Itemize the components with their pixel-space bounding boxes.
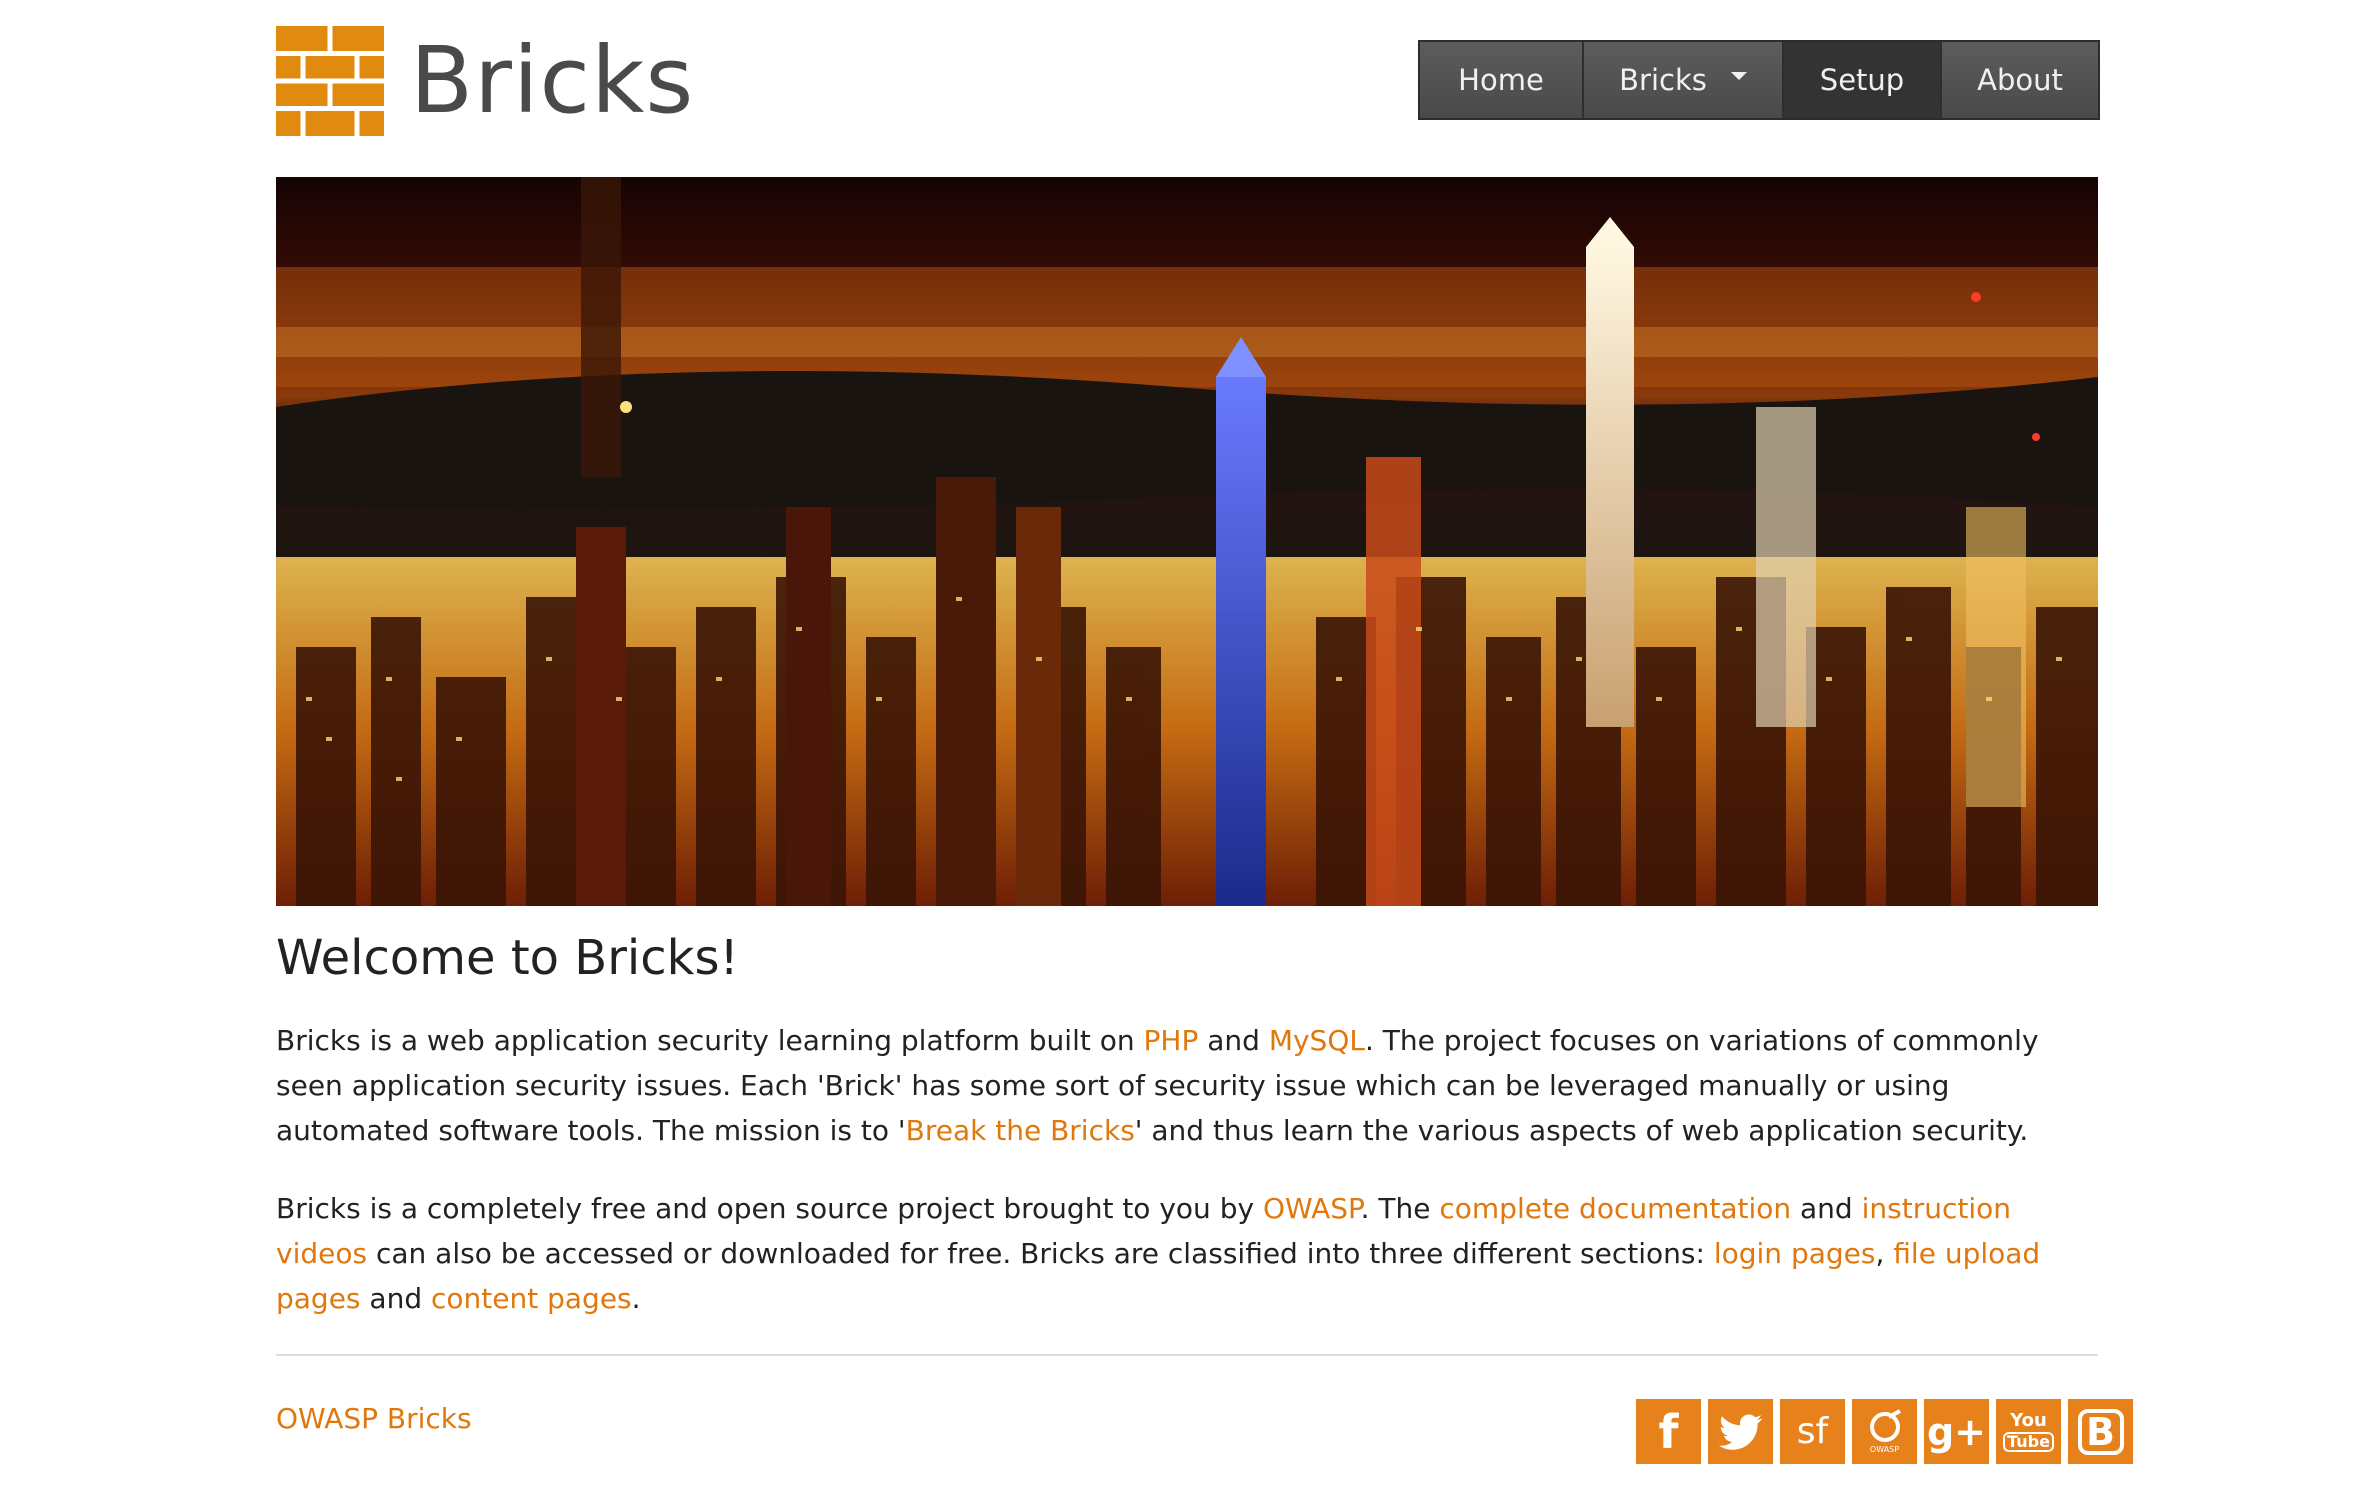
intro-text-4: ' and thus learn the various aspects of … <box>1134 1114 2029 1147</box>
page: Bricks Home Bricks Setup About Welcome t… <box>0 0 2372 1496</box>
details-text-3: and <box>1791 1192 1862 1225</box>
page-title: Welcome to Bricks! <box>276 930 739 986</box>
twitter-icon[interactable] <box>1708 1399 1773 1464</box>
nav-about-label: About <box>1977 63 2063 97</box>
owasp-link[interactable]: OWASP <box>1263 1192 1361 1225</box>
break-the-bricks-link[interactable]: Break the Bricks <box>906 1114 1135 1147</box>
blogger-glyph: B <box>2077 1408 2124 1455</box>
details-text-4: can also be accessed or downloaded for f… <box>367 1237 1714 1270</box>
owasp-logo-icon <box>1869 1409 1901 1442</box>
google-plus-glyph: g+ <box>1926 1409 1987 1454</box>
intro-paragraph: Bricks is a web application security lea… <box>276 1018 2106 1153</box>
intro-text-1: Bricks is a web application security lea… <box>276 1024 1144 1057</box>
social-links: f sf OWASP g+ You Tube B <box>1636 1399 2133 1464</box>
footer-owasp-bricks-link[interactable]: OWASP Bricks <box>276 1402 472 1435</box>
nav-home-label: Home <box>1458 63 1544 97</box>
hero-city-image <box>276 177 2098 906</box>
facebook-icon[interactable]: f <box>1636 1399 1701 1464</box>
details-text-1: Bricks is a completely free and open sou… <box>276 1192 1263 1225</box>
main-nav: Home Bricks Setup About <box>1418 40 2100 120</box>
youtube-glyph-top: You <box>2010 1409 2047 1431</box>
mysql-link[interactable]: MySQL <box>1269 1024 1365 1057</box>
details-text-2: . The <box>1360 1192 1440 1225</box>
nav-about[interactable]: About <box>1942 42 2098 118</box>
twitter-bird-icon <box>1718 1414 1762 1450</box>
intro-text-2: and <box>1198 1024 1269 1057</box>
sourceforge-icon[interactable]: sf <box>1780 1399 1845 1464</box>
blogger-icon[interactable]: B <box>2068 1399 2133 1464</box>
content-pages-link[interactable]: content pages <box>431 1282 632 1315</box>
details-text-6: and <box>360 1282 432 1315</box>
nav-bricks-label: Bricks <box>1619 63 1707 97</box>
sourceforge-glyph: sf <box>1796 1411 1829 1452</box>
youtube-icon[interactable]: You Tube <box>1996 1399 2061 1464</box>
php-link[interactable]: PHP <box>1144 1024 1199 1057</box>
details-text-5: , <box>1875 1237 1894 1270</box>
logo-link[interactable]: Bricks <box>276 26 694 136</box>
google-plus-icon[interactable]: g+ <box>1924 1399 1989 1464</box>
brick-logo-icon <box>276 26 384 136</box>
nav-setup-label: Setup <box>1819 63 1905 97</box>
footer-divider <box>276 1354 2098 1356</box>
caret-down-icon <box>1730 72 1747 80</box>
login-pages-link[interactable]: login pages <box>1714 1237 1876 1270</box>
youtube-glyph-bottom: Tube <box>2003 1431 2054 1452</box>
city-skyline-illustration <box>276 177 2098 906</box>
documentation-link[interactable]: complete documentation <box>1439 1192 1791 1225</box>
nav-setup[interactable]: Setup <box>1784 42 1942 118</box>
owasp-glyph: OWASP <box>1869 1445 1900 1454</box>
details-paragraph: Bricks is a completely free and open sou… <box>276 1186 2106 1321</box>
details-text-7: . <box>631 1282 641 1315</box>
owasp-icon[interactable]: OWASP <box>1852 1399 1917 1464</box>
nav-home[interactable]: Home <box>1420 42 1584 118</box>
site-title: Bricks <box>410 27 695 134</box>
nav-bricks-dropdown[interactable]: Bricks <box>1584 42 1784 118</box>
facebook-glyph: f <box>1658 1404 1679 1459</box>
